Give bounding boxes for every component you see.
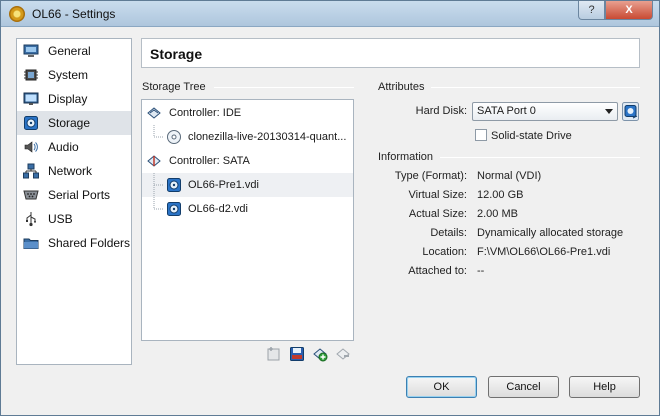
title-bar[interactable]: OL66 - Settings ? X	[1, 1, 659, 27]
info-value: 12.00 GB	[477, 189, 524, 201]
settings-window: OL66 - Settings ? X General System Displ…	[0, 0, 660, 416]
storage-tree[interactable]: Controller: IDE clonezilla-live-20130314…	[141, 99, 354, 341]
chevron-down-icon	[605, 109, 613, 114]
info-label: Details:	[430, 227, 467, 239]
page-header: Storage	[141, 38, 640, 68]
serial-port-icon	[23, 190, 39, 200]
close-window-button[interactable]: X	[605, 1, 653, 20]
folder-icon	[23, 238, 39, 249]
storage-tree-label: Storage Tree	[142, 81, 206, 93]
tree-item-label: clonezilla-live-20130314-quant...	[188, 131, 347, 143]
divider	[214, 87, 354, 88]
remove-attachment-icon[interactable]	[289, 346, 305, 362]
solid-state-drive-label: Solid-state Drive	[491, 130, 572, 142]
tree-connector	[153, 197, 164, 210]
ide-controller-icon	[147, 107, 161, 119]
hard-disk-icon	[167, 178, 181, 192]
nav-item-label: General	[48, 44, 91, 58]
nav-item-label: Shared Folders	[48, 236, 131, 250]
info-label: Location:	[422, 246, 467, 258]
nav-item-label: System	[48, 68, 89, 82]
disk-storage-icon	[24, 116, 38, 130]
nav-item-serial-ports[interactable]: Serial Ports	[17, 183, 131, 207]
help-button[interactable]: Help	[569, 376, 640, 398]
info-value: Normal (VDI)	[477, 170, 542, 182]
info-value: 2.00 MB	[477, 208, 518, 220]
information-label: Information	[378, 151, 434, 163]
attributes-label: Attributes	[378, 81, 425, 93]
tree-item-optical-disc[interactable]: clonezilla-live-20130314-quant...	[142, 125, 353, 149]
tree-item-label: OL66-Pre1.vdi	[188, 179, 259, 191]
tree-item-label: Controller: SATA	[169, 155, 250, 167]
add-controller-icon[interactable]	[266, 346, 282, 362]
nav-item-label: Audio	[48, 140, 79, 154]
tree-item-ol66-d2[interactable]: OL66-d2.vdi	[142, 197, 353, 221]
divider	[440, 157, 640, 158]
usb-icon	[26, 212, 36, 227]
nav-item-label: Display	[48, 92, 88, 106]
tree-connector	[153, 173, 164, 197]
network-icon	[23, 163, 39, 179]
nav-item-system[interactable]: System	[17, 63, 131, 87]
nav-item-label: USB	[48, 212, 73, 226]
nav-item-display[interactable]: Display	[17, 87, 131, 111]
monitor-general-icon	[23, 44, 39, 57]
solid-state-drive-checkbox[interactable]	[475, 129, 487, 141]
info-label: Type (Format):	[394, 170, 467, 182]
nav-item-label: Storage	[48, 116, 91, 130]
speaker-audio-icon	[24, 141, 38, 153]
hard-disk-value: SATA Port 0	[477, 105, 536, 117]
info-value: Dynamically allocated storage	[477, 227, 624, 239]
hard-disk-icon	[167, 202, 181, 216]
ok-button[interactable]: OK	[406, 376, 477, 398]
chip-system-icon	[24, 69, 38, 81]
info-label: Actual Size:	[408, 208, 467, 220]
nav-item-audio[interactable]: Audio	[17, 135, 131, 159]
info-value: --	[477, 265, 485, 277]
display-icon	[23, 92, 39, 105]
window-title: OL66 - Settings	[32, 7, 116, 21]
hard-disk-label: Hard Disk:	[415, 105, 467, 117]
help-window-button[interactable]: ?	[578, 1, 605, 20]
hard-disk-select[interactable]: SATA Port 0	[472, 102, 618, 121]
info-value: F:\VM\OL66\OL66-Pre1.vdi	[477, 246, 611, 258]
tree-connector	[153, 125, 164, 138]
cancel-button[interactable]: Cancel	[488, 376, 559, 398]
info-label: Attached to:	[408, 265, 467, 277]
nav-item-label: Network	[48, 164, 93, 178]
sata-controller-icon	[147, 155, 161, 167]
tree-item-label: Controller: IDE	[169, 107, 242, 119]
remove-controller-icon[interactable]	[335, 346, 351, 362]
choose-disk-icon[interactable]	[622, 102, 639, 121]
virtualbox-gear-icon	[9, 6, 25, 22]
tree-item-sata-controller[interactable]: Controller: SATA	[142, 149, 353, 173]
nav-item-usb[interactable]: USB	[17, 207, 131, 231]
tree-item-ide-controller[interactable]: Controller: IDE	[142, 101, 353, 125]
nav-item-general[interactable]: General	[17, 39, 131, 63]
tree-item-ol66-pre1[interactable]: OL66-Pre1.vdi	[142, 173, 353, 197]
nav-item-label: Serial Ports	[48, 188, 111, 202]
nav-item-storage[interactable]: Storage	[17, 111, 131, 135]
page-title: Storage	[150, 46, 203, 62]
settings-nav: General System Display Storage Audio Net…	[16, 38, 132, 365]
tree-item-label: OL66-d2.vdi	[188, 203, 248, 215]
info-label: Virtual Size:	[408, 189, 468, 201]
add-attachment-icon[interactable]	[312, 346, 328, 362]
nav-item-network[interactable]: Network	[17, 159, 131, 183]
nav-item-shared-folders[interactable]: Shared Folders	[17, 231, 131, 255]
divider	[431, 87, 640, 88]
optical-disc-icon	[167, 130, 181, 144]
